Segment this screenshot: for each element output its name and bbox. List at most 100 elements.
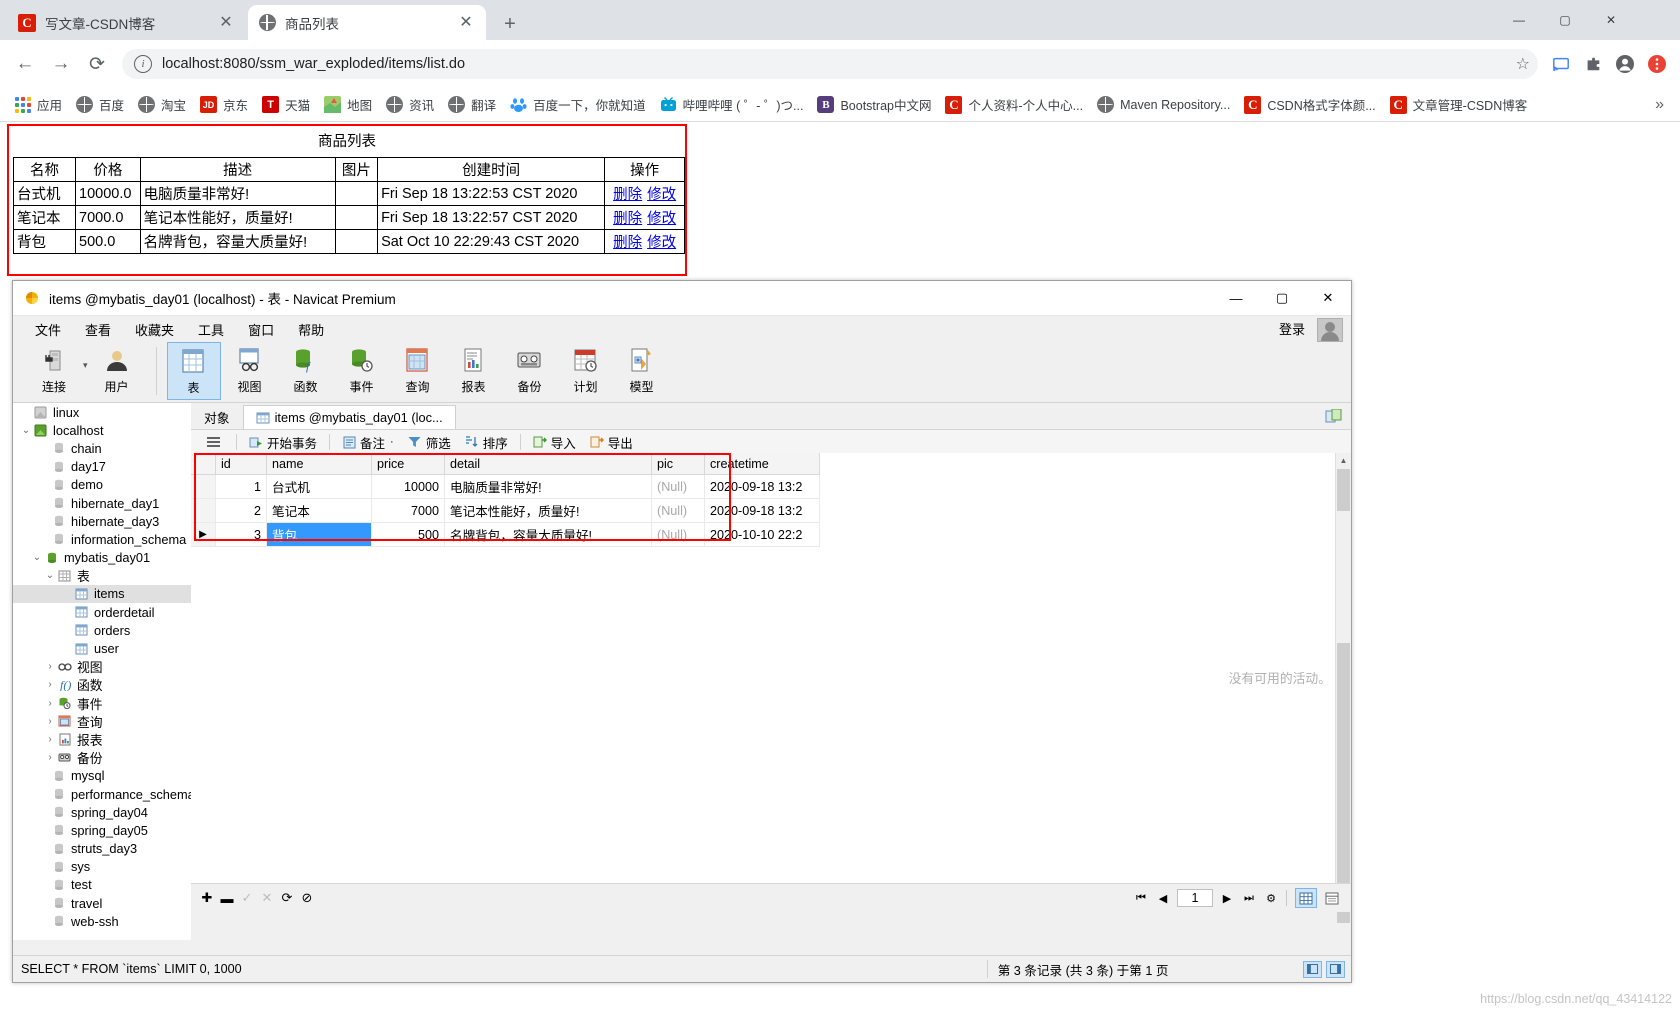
tree-item-spring-day05[interactable]: spring_day05 (13, 821, 191, 839)
address-bar[interactable]: i localhost:8080/ssm_war_exploded/items/… (122, 49, 1538, 79)
row-marker-current[interactable]: ▶ (191, 522, 216, 547)
add-row-icon[interactable]: ✚ (197, 885, 217, 911)
close-icon[interactable]: ✕ (216, 13, 236, 33)
tree-item-orders[interactable]: orders (13, 621, 191, 639)
twisty-expanded[interactable]: ⌄ (19, 425, 33, 436)
browser-close-button[interactable]: ✕ (1588, 0, 1634, 40)
ribbon-view-button[interactable]: 视图 (223, 342, 277, 400)
bookmark-news[interactable]: 资讯 (380, 92, 440, 118)
twisty-expanded[interactable]: ⌄ (43, 570, 57, 581)
tree-item-performance-schema[interactable]: performance_schema (13, 785, 191, 803)
profile-icon[interactable] (1610, 49, 1640, 79)
row-marker[interactable] (191, 498, 216, 523)
stop-icon[interactable]: ⊘ (297, 885, 317, 911)
login-link[interactable]: 登录 (1279, 319, 1305, 338)
tree-item-tables-folder[interactable]: ⌄ 表 (13, 567, 191, 585)
bookmark-taobao[interactable]: 淘宝 (132, 92, 192, 118)
menu-view[interactable]: 查看 (73, 320, 123, 339)
tree-item-backups-folder[interactable]: › 备份 (13, 749, 191, 767)
left-pane-icon[interactable] (1303, 960, 1322, 978)
bookmarks-overflow-button[interactable]: » (1655, 96, 1672, 114)
grid-cell-price[interactable]: 7000 (371, 498, 445, 523)
twisty-collapsed[interactable]: › (43, 679, 57, 690)
navigation-tree[interactable]: linux ⌄ localhost chain day17 demo hibern… (13, 403, 192, 940)
grid-cell-detail[interactable]: 名牌背包，容量大质量好! (444, 522, 652, 547)
menu-icon[interactable] (1642, 49, 1672, 79)
row-marker[interactable] (191, 474, 216, 499)
browser-tab-1[interactable]: 商品列表 ✕ (248, 5, 486, 40)
grid-cell-name[interactable]: 笔记本 (266, 498, 372, 523)
right-pane-icon[interactable] (1326, 960, 1345, 978)
tree-item-hibernate-day1[interactable]: hibernate_day1 (13, 494, 191, 512)
data-grid[interactable]: id name price detail pic createtime 1 台式… (191, 453, 820, 547)
discard-change-icon[interactable]: ✕ (257, 885, 277, 911)
extensions-icon[interactable] (1578, 49, 1608, 79)
grid-row[interactable]: 2 笔记本 7000 笔记本性能好，质量好! (Null) 2020-09-18… (191, 498, 820, 523)
grid-column-price[interactable]: price (371, 453, 445, 475)
grid-row[interactable]: 1 台式机 10000 电脑质量非常好! (Null) 2020-09-18 1… (191, 474, 820, 499)
menu-window[interactable]: 窗口 (236, 320, 286, 339)
ribbon-function-button[interactable]: f 函数 (279, 342, 333, 400)
tree-item-spring-day04[interactable]: spring_day04 (13, 803, 191, 821)
grid-cell-createtime[interactable]: 2020-09-18 13:2 (704, 474, 820, 499)
bookmark-apps[interactable]: 应用 (8, 92, 68, 118)
ribbon-backup-button[interactable]: 备份 (503, 342, 557, 400)
grid-row[interactable]: ▶ 3 背包 500 名牌背包，容量大质量好! (Null) 2020-10-1… (191, 522, 820, 547)
close-icon[interactable]: ✕ (456, 13, 476, 33)
tree-item-day17[interactable]: day17 (13, 458, 191, 476)
tree-item-views-folder[interactable]: › 视图 (13, 658, 191, 676)
bookmark-bilibili[interactable]: 哔哩哔哩 ( ゜- ゜)つ... (654, 92, 810, 118)
next-page-button[interactable]: ▶ (1216, 887, 1238, 909)
browser-tab-0[interactable]: C 写文章-CSDN博客 ✕ (8, 5, 246, 40)
grid-column-pic[interactable]: pic (651, 453, 705, 475)
grid-vertical-scrollbar[interactable]: ▲ ▼ (1335, 453, 1351, 923)
bookmark-csdn-profile[interactable]: C 个人资料-个人中心... (939, 92, 1089, 118)
bookmark-csdn-format[interactable]: C CSDN格式字体颜... (1238, 92, 1381, 118)
ribbon-schedule-button[interactable]: 计划 (559, 342, 613, 400)
scrollbar-thumb[interactable] (1337, 469, 1350, 511)
grid-cell-name[interactable]: 台式机 (266, 474, 372, 499)
chevron-down-icon[interactable]: ▾ (83, 360, 88, 371)
tree-item-queries-folder[interactable]: › 查询 (13, 712, 191, 730)
grid-cell-createtime[interactable]: 2020-09-18 13:2 (704, 498, 820, 523)
note-button[interactable]: 备注 · (335, 432, 401, 452)
page-number-input[interactable]: 1 (1177, 889, 1213, 907)
forward-button[interactable]: → (44, 47, 78, 81)
table-structure-toggle-icon[interactable] (1321, 406, 1345, 426)
grid-view-icon[interactable] (1295, 888, 1317, 908)
form-view-icon[interactable] (1321, 888, 1343, 908)
bookmark-bootstrap[interactable]: B Bootstrap中文网 (811, 92, 937, 118)
tree-item-hibernate-day3[interactable]: hibernate_day3 (13, 512, 191, 530)
grid-column-detail[interactable]: detail (444, 453, 652, 475)
bookmark-map[interactable]: 地图 (318, 92, 378, 118)
grid-cell-price[interactable]: 500 (371, 522, 445, 547)
browser-maximize-button[interactable]: ▢ (1542, 0, 1588, 40)
cast-icon[interactable] (1546, 49, 1576, 79)
tab-objects[interactable]: 对象 (191, 405, 243, 429)
bookmark-tmall[interactable]: T 天猫 (256, 92, 316, 118)
bookmark-jd[interactable]: JD 京东 (194, 92, 254, 118)
grid-cell-pic[interactable]: (Null) (651, 522, 705, 547)
bookmark-baidu[interactable]: 百度 (70, 92, 130, 118)
bookmark-star-icon[interactable]: ☆ (1516, 54, 1530, 74)
grid-cell-id[interactable]: 1 (215, 474, 267, 499)
tree-item-web-ssh[interactable]: web-ssh (13, 912, 191, 930)
tree-item-localhost[interactable]: ⌄ localhost (13, 421, 191, 439)
grid-column-name[interactable]: name (266, 453, 372, 475)
browser-minimize-button[interactable]: — (1496, 0, 1542, 40)
tree-item-mysql[interactable]: mysql (13, 767, 191, 785)
ribbon-model-button[interactable]: 模型 (615, 342, 669, 400)
grid-cell-detail[interactable]: 笔记本性能好，质量好! (444, 498, 652, 523)
twisty-collapsed[interactable]: › (43, 752, 57, 763)
twisty-collapsed[interactable]: › (43, 698, 57, 709)
scrollbar-thumb-secondary[interactable] (1337, 643, 1350, 923)
tree-item-functions-folder[interactable]: › f() 函数 (13, 676, 191, 694)
twisty-collapsed[interactable]: › (43, 661, 57, 672)
twisty-collapsed[interactable]: › (43, 716, 57, 727)
bookmark-maven[interactable]: Maven Repository... (1091, 92, 1236, 118)
delete-link[interactable]: 删除 (613, 211, 642, 227)
tree-item-demo[interactable]: demo (13, 476, 191, 494)
delete-link[interactable]: 删除 (613, 187, 642, 203)
navicat-maximize-button[interactable]: ▢ (1259, 282, 1305, 315)
chevron-down-icon[interactable]: · (390, 436, 394, 448)
